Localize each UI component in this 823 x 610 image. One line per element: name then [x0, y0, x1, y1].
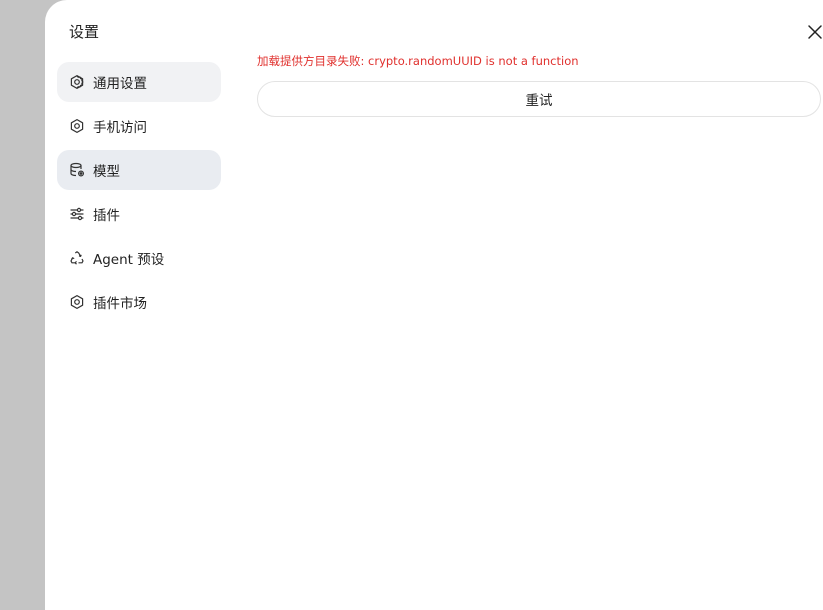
recycle-icon [69, 250, 85, 266]
retry-button[interactable]: 重试 [257, 81, 821, 117]
sidebar-item-label: Agent 预设 [93, 252, 165, 268]
sidebar-item-mobile-access[interactable]: 手机访问 [57, 106, 221, 146]
sidebar-item-general[interactable]: 通用设置 [57, 62, 221, 102]
database-gear-icon [69, 162, 85, 178]
sliders-icon [69, 206, 85, 222]
settings-dialog: 设置 通用设置 手机访问 模型 插件 Agent 预设 插件市场 加载提供方目录… [45, 0, 823, 610]
close-button[interactable] [807, 24, 823, 40]
sidebar-item-plugins[interactable]: 插件 [57, 194, 221, 234]
gear-icon [69, 74, 85, 90]
sidebar-item-agent-presets[interactable]: Agent 预设 [57, 238, 221, 278]
settings-content: 加载提供方目录失败: crypto.randomUUID is not a fu… [257, 52, 821, 117]
sidebar-item-label: 手机访问 [93, 120, 147, 136]
close-icon [808, 25, 822, 39]
gear-icon [69, 294, 85, 310]
gear-icon [69, 118, 85, 134]
sidebar-item-plugin-market[interactable]: 插件市场 [57, 282, 221, 322]
sidebar-item-label: 插件 [93, 208, 120, 224]
settings-sidebar: 通用设置 手机访问 模型 插件 Agent 预设 插件市场 [57, 62, 221, 326]
sidebar-item-label: 通用设置 [93, 76, 147, 92]
sidebar-item-model[interactable]: 模型 [57, 150, 221, 190]
dialog-title: 设置 [69, 23, 100, 41]
error-message: 加载提供方目录失败: crypto.randomUUID is not a fu… [257, 54, 579, 68]
sidebar-item-label: 插件市场 [93, 296, 147, 312]
sidebar-item-label: 模型 [93, 164, 120, 180]
